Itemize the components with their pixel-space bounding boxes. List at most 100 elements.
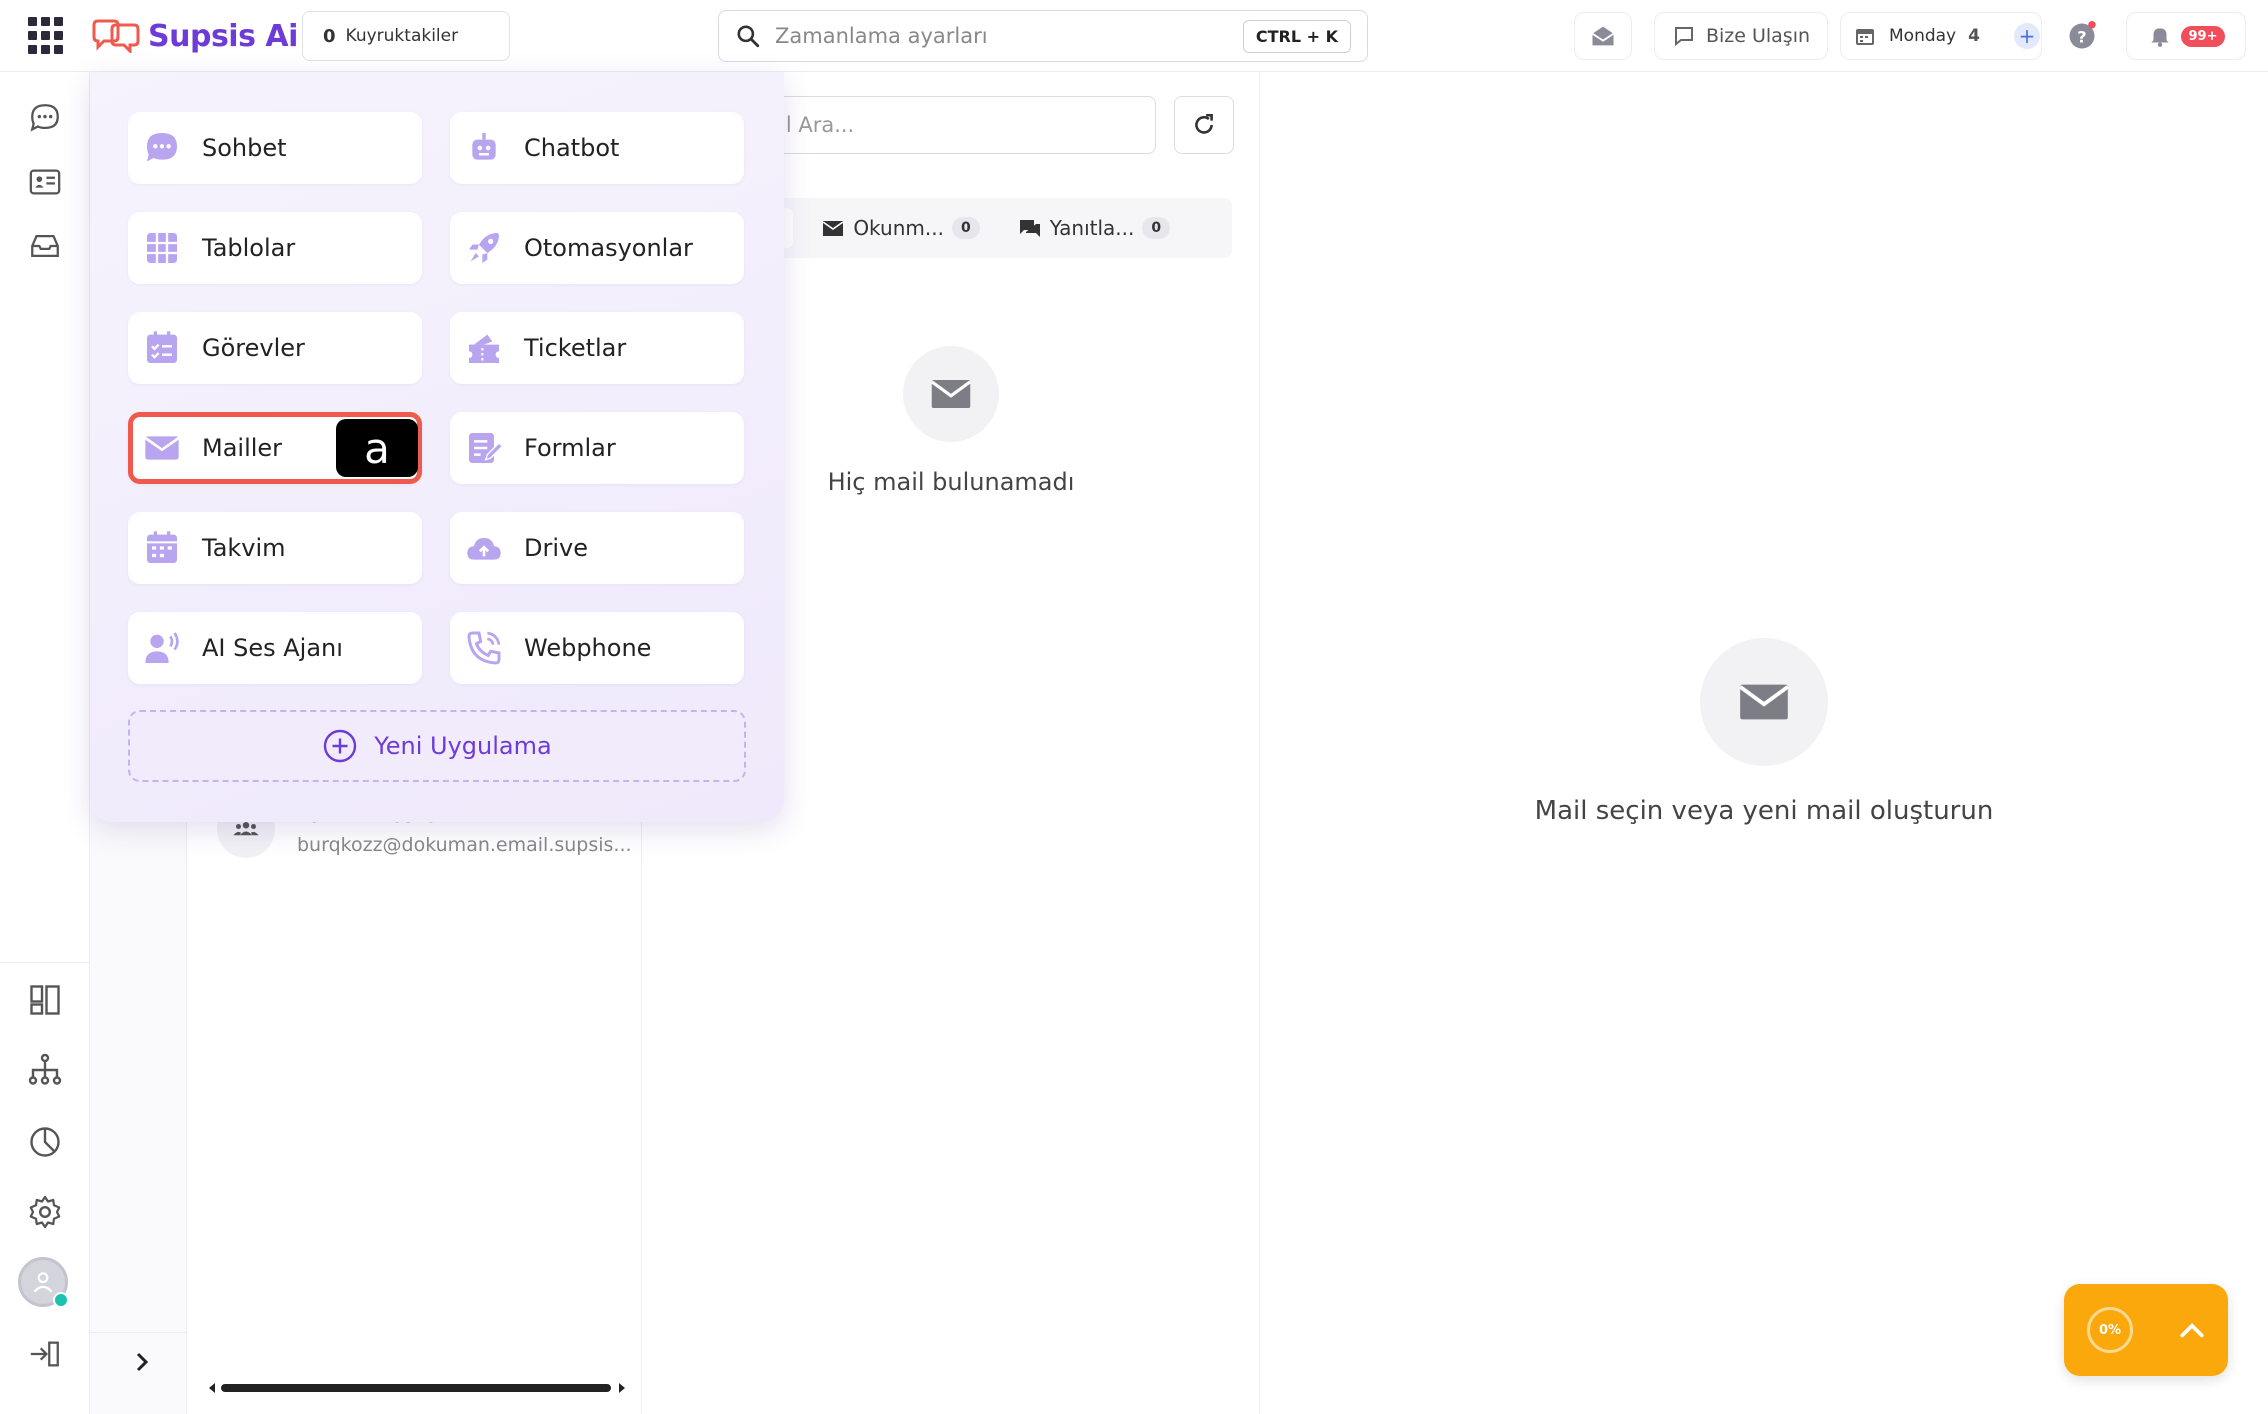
form-edit-icon xyxy=(464,428,504,468)
app-tablolar[interactable]: Tablolar xyxy=(128,212,422,284)
reply-bubble-icon xyxy=(1019,220,1040,237)
app-label: Formlar xyxy=(524,434,616,462)
tab-replied-label: Yanıtla... xyxy=(1049,216,1135,240)
ticket-icon xyxy=(464,328,504,368)
top-bar: Supsis Ai 0 Kuyruktakiler Zamanlama ayar… xyxy=(0,0,2268,72)
app-label: Webphone xyxy=(524,634,652,662)
calendar-icon xyxy=(142,528,182,568)
online-status-dot xyxy=(53,1292,69,1308)
app-grid-icon[interactable] xyxy=(28,17,66,55)
mail-open-icon xyxy=(1591,26,1615,46)
empty-mail-circle xyxy=(903,346,999,442)
search-shortcut: CTRL + K xyxy=(1242,19,1351,53)
pie-chart-icon xyxy=(30,1127,60,1157)
contact-label: Bize Ulaşın xyxy=(1705,25,1811,47)
logo-icon xyxy=(92,19,140,53)
phone-icon xyxy=(464,628,504,668)
calendar-widget[interactable]: Monday 4 + xyxy=(1840,12,2042,60)
scroll-right-icon[interactable] xyxy=(617,1382,627,1394)
rail-settings[interactable] xyxy=(25,1192,65,1232)
help-button[interactable]: ? xyxy=(2054,12,2110,60)
chevron-right-icon[interactable] xyxy=(130,1350,154,1374)
voice-agent-icon xyxy=(142,628,182,668)
app-launcher-popover: Sohbet Chatbot Tablolar Otomasyonlar Gör… xyxy=(90,72,784,822)
app-formlar[interactable]: Formlar xyxy=(450,412,744,484)
rail-dashboard[interactable] xyxy=(25,980,65,1020)
hierarchy-icon xyxy=(28,1053,62,1085)
plus-circle-icon xyxy=(324,729,357,763)
shortcut-key-badge: a xyxy=(336,419,418,477)
add-event-icon[interactable]: + xyxy=(2013,23,2040,49)
app-label: Sohbet xyxy=(202,134,287,162)
inbox-button[interactable] xyxy=(1574,12,1632,60)
app-ticketlar[interactable]: Ticketlar xyxy=(450,312,744,384)
cloud-upload-icon xyxy=(464,528,504,568)
app-mailler[interactable]: Mailler a xyxy=(128,412,422,484)
envelope-icon xyxy=(142,428,182,468)
app-label: Ticketlar xyxy=(524,334,627,362)
search-placeholder: Zamanlama ayarları xyxy=(775,24,988,48)
app-gorevler[interactable]: Görevler xyxy=(128,312,422,384)
search-icon xyxy=(737,25,760,48)
tab-unread-count: 0 xyxy=(951,217,980,239)
envelope-icon xyxy=(1739,684,1789,720)
rail-reports[interactable] xyxy=(25,1122,65,1162)
bell-icon xyxy=(2150,28,2169,47)
tab-unread[interactable]: Okunm... 0 xyxy=(811,208,989,248)
queue-count: 0 xyxy=(323,25,336,47)
app-drive[interactable]: Drive xyxy=(450,512,744,584)
onboarding-progress-button[interactable]: 0% xyxy=(2064,1284,2228,1376)
contact-card-icon xyxy=(29,169,61,195)
app-takvim[interactable]: Takvim xyxy=(128,512,422,584)
rail-hierarchy[interactable] xyxy=(25,1050,65,1090)
gear-icon xyxy=(29,1195,61,1229)
queue-indicator[interactable]: 0 Kuyruktakiler xyxy=(302,11,510,61)
chat-bubble-icon xyxy=(1674,27,1693,47)
app-otomasyonlar[interactable]: Otomasyonlar xyxy=(450,212,744,284)
dashboard-icon xyxy=(30,985,60,1015)
rail-contacts[interactable] xyxy=(25,162,65,202)
app-label: AI Ses Ajanı xyxy=(202,634,343,662)
rail-archive[interactable] xyxy=(25,226,65,266)
rail-chat[interactable] xyxy=(25,98,65,138)
mail-unread-icon xyxy=(822,221,844,236)
mail-search-input[interactable]: Mail Ara... xyxy=(722,96,1156,154)
viewer-empty-state: Mail seçin veya yeni mail oluşturun xyxy=(1260,638,2268,826)
mail-filter-tabs: ı 0 Okunm... 0 Yanıtla... 0 xyxy=(722,198,1232,258)
calendar-icon xyxy=(1856,29,1874,45)
user-avatar[interactable] xyxy=(18,1257,69,1308)
app-label: Otomasyonlar xyxy=(524,234,693,262)
notifications-button[interactable]: 99+ xyxy=(2126,12,2246,60)
app-label: Chatbot xyxy=(524,134,620,162)
new-app-button[interactable]: Yeni Uygulama xyxy=(128,710,746,782)
contact-us-button[interactable]: Bize Ulaşın xyxy=(1654,12,1828,60)
svg-text:?: ? xyxy=(2077,27,2086,46)
viewer-mail-circle xyxy=(1700,638,1828,766)
rail-collapse[interactable] xyxy=(25,1334,65,1374)
tab-unread-label: Okunm... xyxy=(853,216,944,240)
mail-viewer: Mail seçin veya yeni mail oluşturun xyxy=(1260,72,2268,1414)
horizontal-scrollbar[interactable] xyxy=(207,1382,627,1394)
scrollbar-thumb[interactable] xyxy=(221,1384,611,1392)
app-sohbet[interactable]: Sohbet xyxy=(128,112,422,184)
robot-icon xyxy=(464,128,504,168)
brand-name: Supsis Ai xyxy=(148,18,298,54)
global-search[interactable]: Zamanlama ayarları CTRL + K xyxy=(718,10,1368,62)
help-icon: ? xyxy=(2069,21,2096,49)
refresh-button[interactable] xyxy=(1174,96,1234,154)
tab-replied-count: 0 xyxy=(1142,217,1171,239)
account-email: burqkozz@dokuman.email.supsis... xyxy=(297,833,632,856)
table-grid-icon xyxy=(142,228,182,268)
refresh-icon xyxy=(1195,113,1213,134)
app-ai-ses-ajani[interactable]: AI Ses Ajanı xyxy=(128,612,422,684)
brand-logo[interactable]: Supsis Ai xyxy=(90,12,298,60)
task-list-icon xyxy=(142,328,182,368)
scroll-left-icon[interactable] xyxy=(207,1382,217,1394)
app-webphone[interactable]: Webphone xyxy=(450,612,744,684)
envelope-icon xyxy=(930,380,972,408)
calendar-count: 4 xyxy=(1968,26,1980,46)
app-label: Takvim xyxy=(202,534,286,562)
app-chatbot[interactable]: Chatbot xyxy=(450,112,744,184)
tab-replied[interactable]: Yanıtla... 0 xyxy=(1008,208,1180,248)
notification-badge: 99+ xyxy=(2180,25,2226,47)
